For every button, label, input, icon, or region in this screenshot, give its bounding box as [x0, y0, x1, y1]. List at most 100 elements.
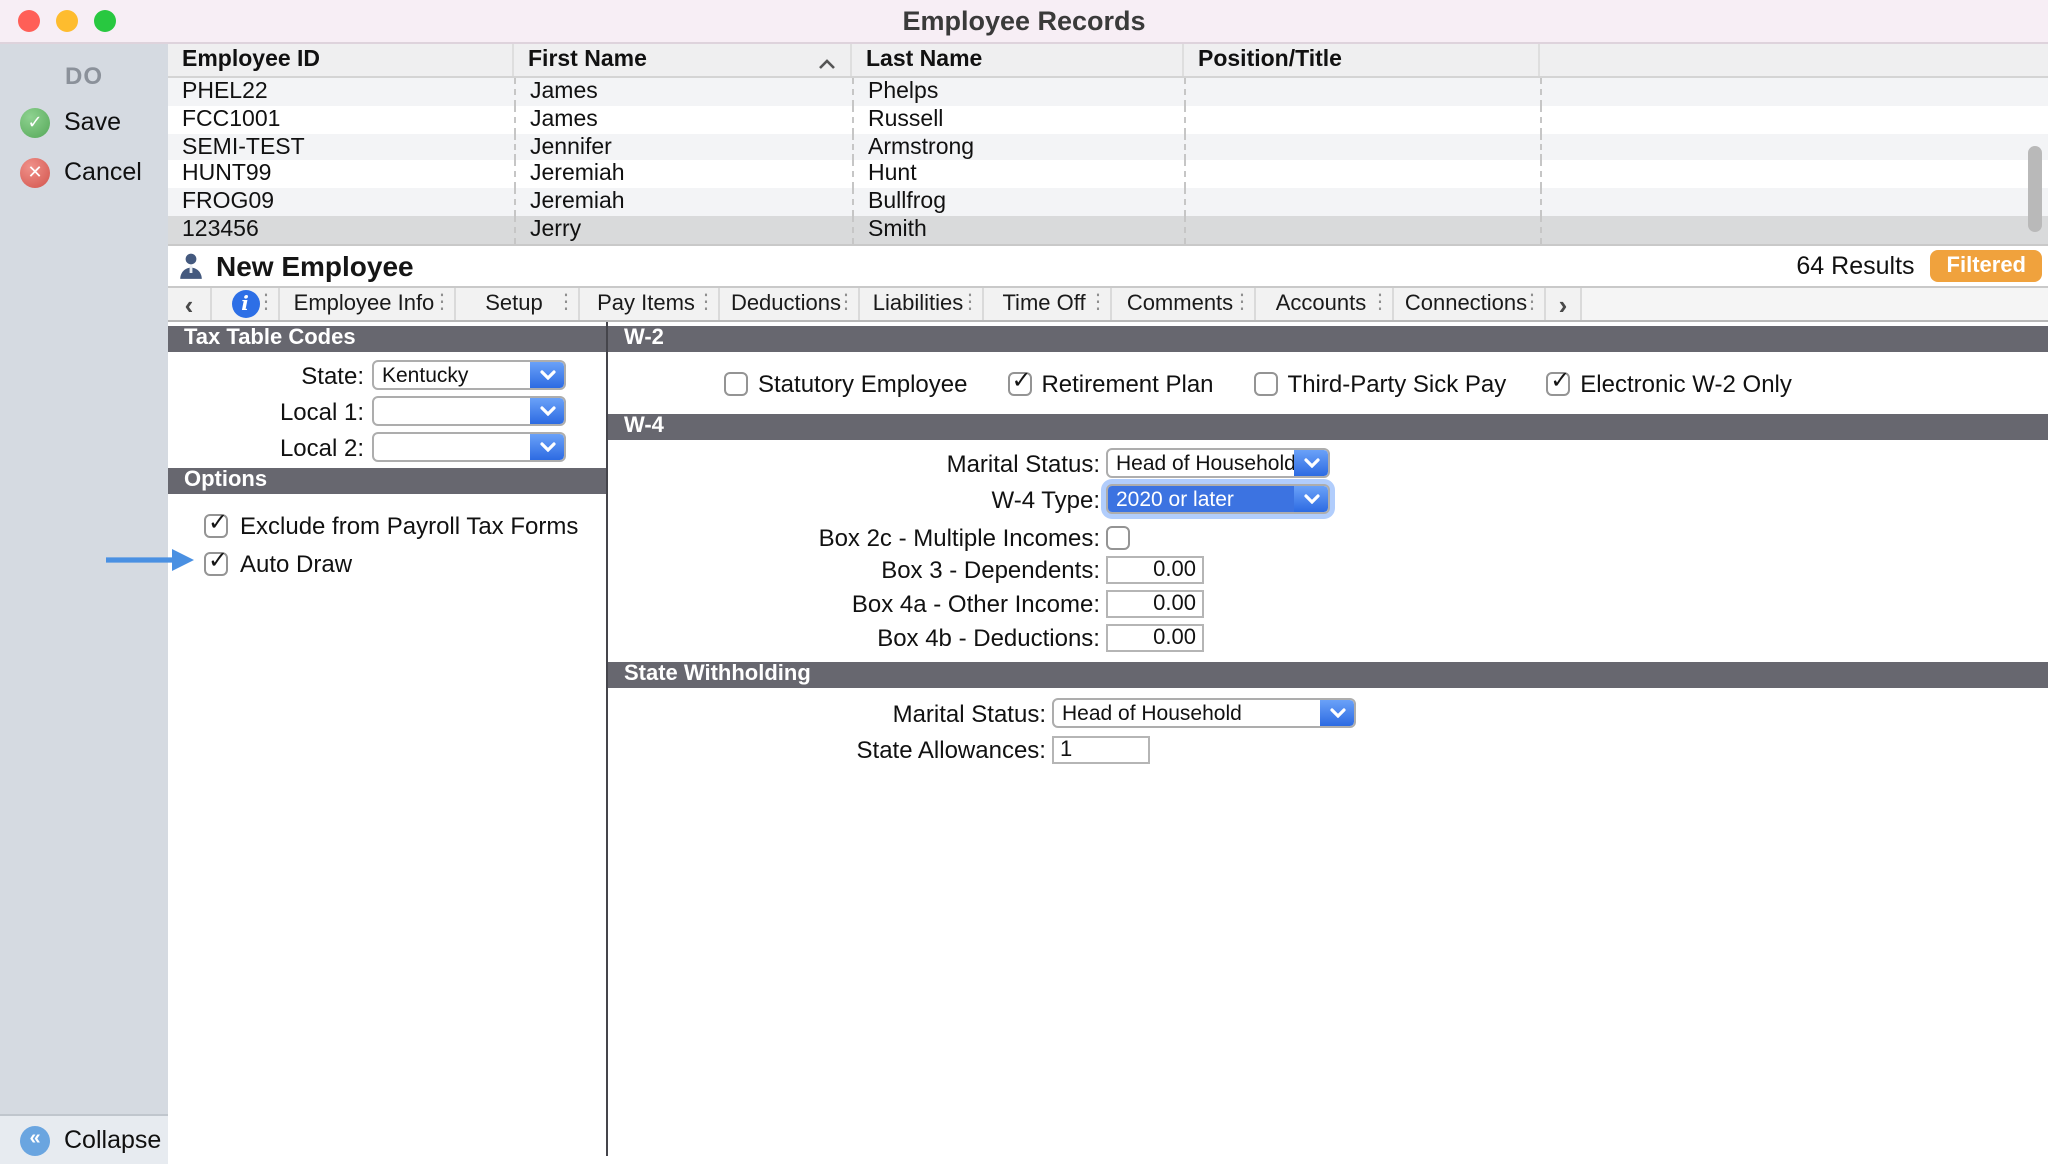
- marital-status-label: Marital Status:: [608, 449, 1100, 477]
- sidebar: DO ✓ Save ✕ Cancel « Collapse: [0, 44, 168, 1164]
- tab-time-off[interactable]: Time Off ⋮: [984, 288, 1112, 320]
- table-row[interactable]: PHEL22 James Phelps: [168, 78, 2048, 106]
- state-allowances-input[interactable]: [1052, 735, 1150, 763]
- tabs-scroll-right-button[interactable]: ›: [1546, 288, 1582, 320]
- cell-position-title: [1184, 189, 1540, 217]
- retirement-plan-checkbox[interactable]: [1007, 371, 1031, 395]
- tab-handle-icon: ⋮: [556, 294, 576, 314]
- cell-position-title: [1184, 106, 1540, 134]
- state-dropdown[interactable]: Kentucky: [372, 360, 566, 390]
- section-header-options: Options: [168, 468, 606, 494]
- box3-label: Box 3 - Dependents:: [608, 556, 1100, 584]
- annotation-arrow: [106, 548, 194, 572]
- retirement-plan-label: Retirement Plan: [1041, 369, 1213, 397]
- tab-label: Liabilities: [867, 292, 976, 316]
- column-header-position-title[interactable]: Position/Title: [1184, 44, 1540, 76]
- box4a-other-income-input[interactable]: [1106, 590, 1204, 618]
- tab-label: Setup: [479, 292, 555, 316]
- local1-dropdown[interactable]: [372, 396, 566, 426]
- table-row[interactable]: HUNT99 Jeremiah Hunt: [168, 161, 2048, 189]
- tabs-scroll-left-button[interactable]: ‹: [168, 288, 212, 320]
- state-dropdown-value: Kentucky: [374, 362, 530, 388]
- table-row[interactable]: SEMI-TEST Jennifer Armstrong: [168, 133, 2048, 161]
- right-panel: W-2 Statutory Employee Retirement Plan: [608, 322, 2048, 1164]
- box4b-deductions-input[interactable]: [1106, 624, 1204, 652]
- close-window-button[interactable]: [18, 10, 40, 32]
- table-row[interactable]: FROG09 Jeremiah Bullfrog: [168, 189, 2048, 217]
- tab-setup[interactable]: Setup ⋮: [456, 288, 580, 320]
- column-header-first-name[interactable]: First Name: [514, 44, 852, 76]
- box3-dependents-input[interactable]: [1106, 556, 1204, 584]
- cell-first-name: Jerry: [514, 216, 852, 244]
- local1-label: Local 1:: [168, 397, 372, 425]
- w4-type-dropdown[interactable]: 2020 or later: [1106, 484, 1330, 514]
- cell-employee-id: 123456: [168, 216, 514, 244]
- local2-dropdown[interactable]: [372, 432, 566, 462]
- column-header-label: First Name: [528, 48, 647, 72]
- cancel-x-icon: ✕: [20, 157, 50, 187]
- sw-marital-status-dropdown[interactable]: Head of Household: [1052, 698, 1356, 728]
- tab-pay-items[interactable]: Pay Items ⋮: [580, 288, 720, 320]
- column-header-employee-id[interactable]: Employee ID: [168, 44, 514, 76]
- record-title: New Employee: [216, 250, 414, 282]
- third-party-sick-pay-option: Third-Party Sick Pay: [1254, 369, 1507, 397]
- electronic-w2-only-label: Electronic W-2 Only: [1580, 369, 1792, 397]
- filtered-badge[interactable]: Filtered: [1931, 250, 2042, 282]
- third-party-sick-pay-checkbox[interactable]: [1254, 371, 1278, 395]
- tab-employee-info[interactable]: Employee Info ⋮: [280, 288, 456, 320]
- tab-comments[interactable]: Comments ⋮: [1112, 288, 1256, 320]
- cancel-button[interactable]: ✕ Cancel: [0, 152, 168, 192]
- collapse-button[interactable]: « Collapse: [0, 1114, 168, 1164]
- electronic-w2-only-checkbox[interactable]: [1546, 371, 1570, 395]
- cell-employee-id: SEMI-TEST: [168, 133, 514, 161]
- tab-accounts[interactable]: Accounts ⋮: [1256, 288, 1394, 320]
- sw-marital-status-value: Head of Household: [1054, 700, 1320, 726]
- local2-label: Local 2:: [168, 433, 372, 461]
- tab-label: Accounts: [1270, 292, 1379, 316]
- table-row-selected[interactable]: 123456 Jerry Smith: [168, 216, 2048, 244]
- state-label: State:: [168, 361, 372, 389]
- tab-handle-icon: ⋮: [1232, 294, 1252, 314]
- w4-type-label: W-4 Type:: [608, 485, 1100, 513]
- minimize-window-button[interactable]: [56, 10, 78, 32]
- cell-employee-id: FROG09: [168, 189, 514, 217]
- tab-label: Pay Items: [591, 292, 707, 316]
- tab-label: Employee Info: [288, 292, 447, 316]
- chevron-down-icon: [1320, 700, 1354, 726]
- tab-info[interactable]: i ⋮: [212, 288, 280, 320]
- tab-liabilities[interactable]: Liabilities ⋮: [860, 288, 984, 320]
- traffic-lights: [18, 0, 116, 42]
- cell-filler: [1540, 189, 2048, 217]
- record-header: New Employee 64 Results Filtered: [168, 246, 2048, 286]
- cell-employee-id: FCC1001: [168, 106, 514, 134]
- box2c-multiple-incomes-checkbox[interactable]: [1106, 525, 1130, 549]
- app-window: Employee Records DO ✓ Save ✕ Cancel « Co…: [0, 0, 2048, 1164]
- marital-status-dropdown[interactable]: Head of Household: [1106, 448, 1330, 478]
- save-button[interactable]: ✓ Save: [0, 102, 168, 142]
- tab-handle-icon: ⋮: [1088, 294, 1108, 314]
- box2c-label: Box 2c - Multiple Incomes:: [608, 523, 1100, 551]
- results-count: 64 Results: [1796, 252, 1914, 280]
- cell-filler: [1540, 133, 2048, 161]
- section-header-w4: W-4: [608, 414, 2048, 440]
- tab-deductions[interactable]: Deductions ⋮: [720, 288, 860, 320]
- tab-connections[interactable]: Connections ⋮: [1394, 288, 1546, 320]
- statutory-employee-checkbox[interactable]: [724, 371, 748, 395]
- w4-type-value: 2020 or later: [1108, 486, 1294, 512]
- table-scrollbar-thumb[interactable]: [2028, 146, 2042, 232]
- tab-handle-icon: ⋮: [696, 294, 716, 314]
- exclude-payroll-checkbox[interactable]: [204, 513, 228, 537]
- column-header-last-name[interactable]: Last Name: [852, 44, 1184, 76]
- tab-handle-icon: ⋮: [960, 294, 980, 314]
- column-header-filler: [1540, 44, 2048, 76]
- chevron-down-icon: [530, 398, 564, 424]
- cell-last-name: Bullfrog: [852, 189, 1184, 217]
- sort-ascending-icon: [818, 52, 836, 76]
- cell-filler: [1540, 78, 2048, 106]
- auto-draw-checkbox[interactable]: [204, 551, 228, 575]
- section-header-tax-table-codes: Tax Table Codes: [168, 326, 606, 352]
- chevron-down-icon: [530, 362, 564, 388]
- zoom-window-button[interactable]: [94, 10, 116, 32]
- table-row[interactable]: FCC1001 James Russell: [168, 106, 2048, 134]
- column-header-label: Employee ID: [182, 48, 320, 72]
